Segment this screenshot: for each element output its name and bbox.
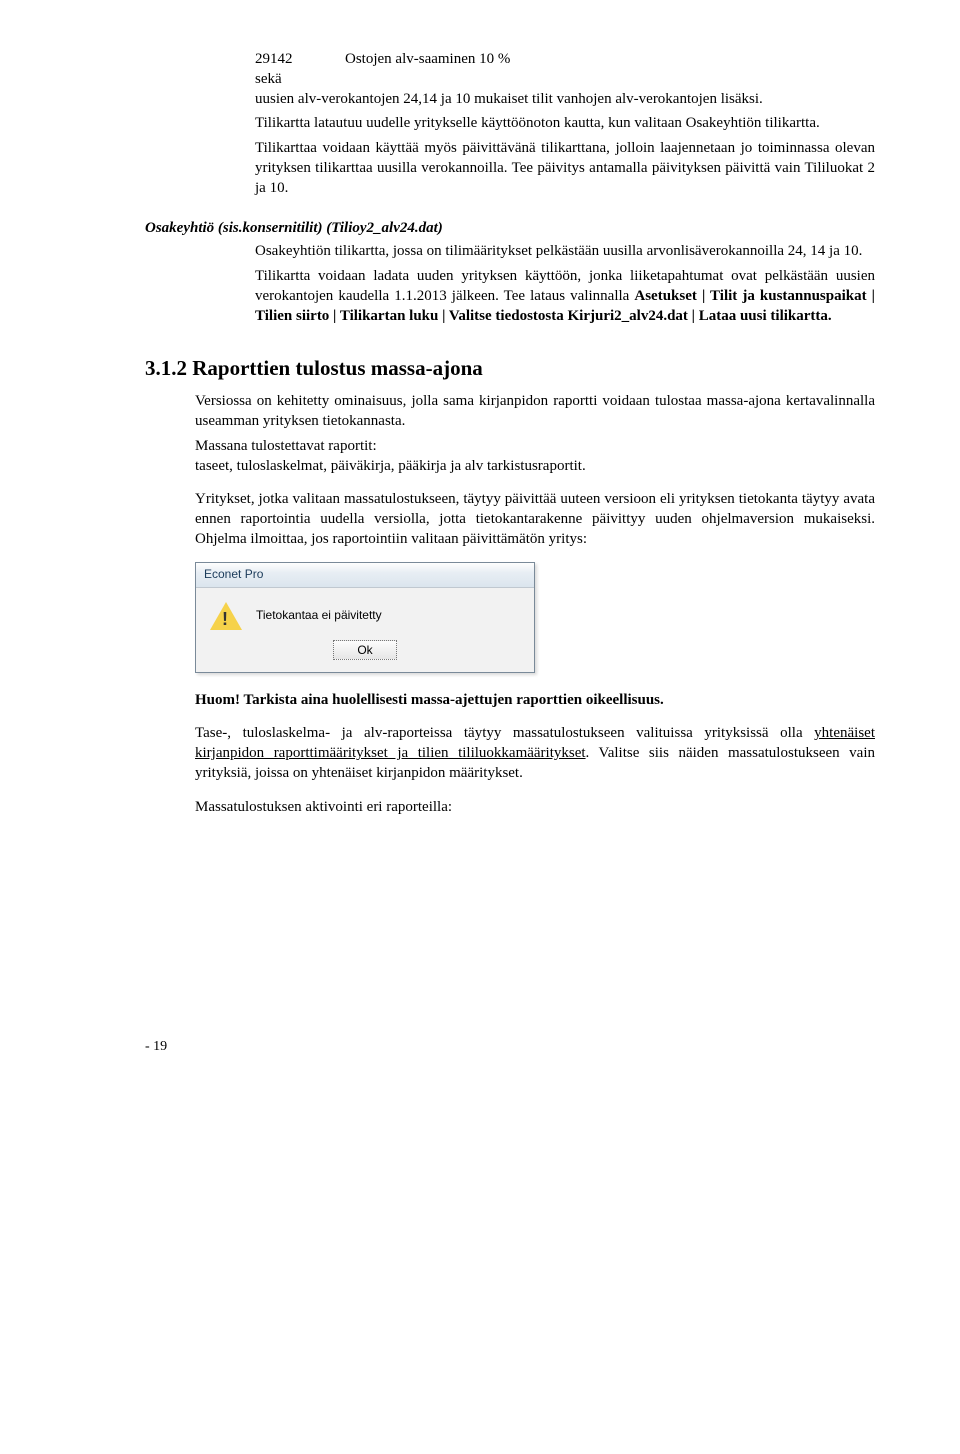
section-heading: 3.1.2 Raporttien tulostus massa-ajona	[145, 355, 875, 383]
section-para-4: Yritykset, jotka valitaan massatulostuks…	[195, 490, 875, 549]
section-para-1: Versiossa on kehitetty ominaisuus, jolla…	[195, 392, 875, 432]
osake-para-1: Osakeyhtiön tilikartta, jossa on tilimää…	[255, 242, 875, 262]
tili-name: Ostojen alv-saaminen 10 %	[345, 50, 510, 70]
osake-para-2: Tilikartta voidaan ladata uuden yritykse…	[255, 267, 875, 326]
dialog-message: Tietokantaa ei päivitetty	[256, 608, 382, 624]
top-para-2: Tilikartta latautuu uudelle yritykselle …	[255, 114, 875, 134]
section-para-2: Massana tulostettavat raportit:	[195, 437, 875, 457]
dialog-body: Tietokantaa ei päivitetty	[196, 588, 534, 636]
osake-block: Osakeyhtiön tilikartta, jossa on tilimää…	[255, 242, 875, 326]
section-title: Raporttien tulostus massa-ajona	[192, 356, 483, 380]
dialog-title: Econet Pro	[196, 563, 534, 588]
after-para-2: Tase-, tuloslaskelma- ja alv-raporteissa…	[195, 724, 875, 783]
top-para-3: Tilikarttaa voidaan käyttää myös päivitt…	[255, 139, 875, 198]
after-dialog-block: Huom! Tarkista aina huolellisesti massa-…	[195, 691, 875, 818]
tili-row: 29142 Ostojen alv-saaminen 10 %	[255, 50, 875, 70]
huom-para: Huom! Tarkista aina huolellisesti massa-…	[195, 691, 875, 711]
page-footer: - 19	[145, 1038, 875, 1056]
section-body: Versiossa on kehitetty ominaisuus, jolla…	[195, 392, 875, 550]
dialog-button-row: Ok	[196, 636, 534, 672]
top-indent-block: 29142 Ostojen alv-saaminen 10 % sekä uus…	[255, 50, 875, 199]
top-para-1: uusien alv-verokantojen 24,14 ja 10 muka…	[255, 90, 875, 110]
section-para-3: taseet, tuloslaskelmat, päiväkirja, pääk…	[195, 457, 875, 477]
after-para-3: Massatulostuksen aktivointi eri raportei…	[195, 798, 875, 818]
section-num: 3.1.2	[145, 356, 187, 380]
after-para-2a: Tase-, tuloslaskelma- ja alv-raporteissa…	[195, 725, 814, 741]
osake-heading: Osakeyhtiö (sis.konsernitilit) (Tilioy2_…	[145, 219, 875, 239]
ok-button[interactable]: Ok	[333, 640, 397, 660]
seka-label: sekä	[255, 70, 875, 90]
warning-icon	[210, 602, 242, 630]
tili-code: 29142	[255, 50, 345, 70]
info-dialog: Econet Pro Tietokantaa ei päivitetty Ok	[195, 562, 535, 673]
